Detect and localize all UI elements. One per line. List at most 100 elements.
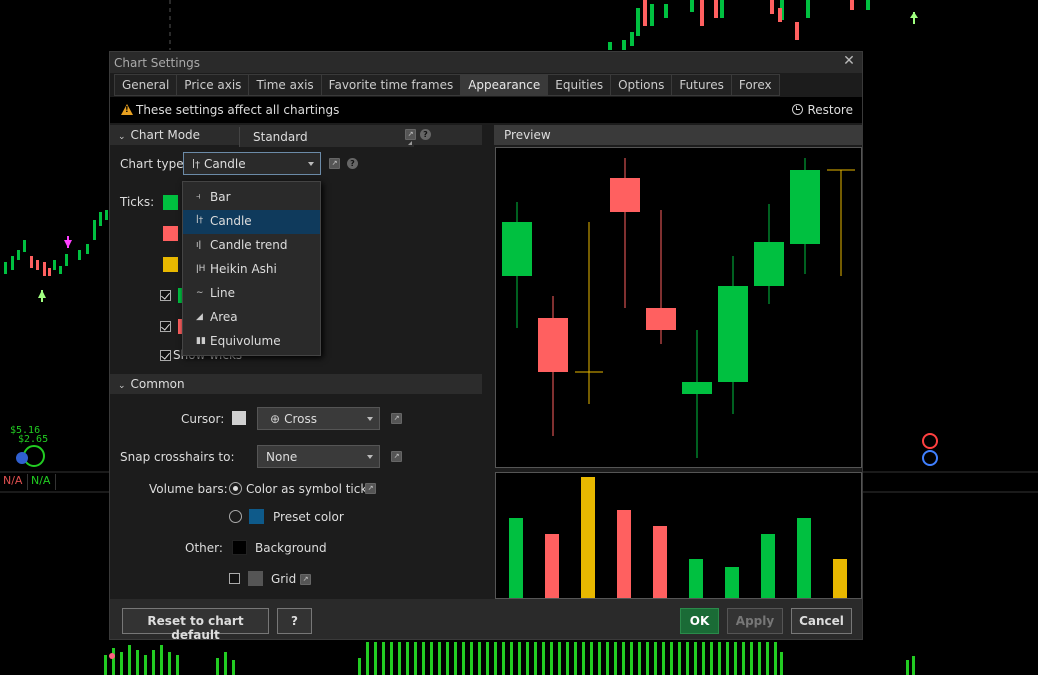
dropdown-option-equivolume[interactable]: ▮▮ Equivolume <box>183 330 320 354</box>
dropdown-option-area[interactable]: ◢ Area <box>183 306 320 330</box>
equivolume-icon: ▮▮ <box>196 336 206 346</box>
price-label-2: $2.65 <box>18 434 49 445</box>
popout-icon[interactable]: ↗ <box>300 574 311 585</box>
dropdown-option-bar[interactable]: ⫞ Bar <box>183 186 320 210</box>
tab-bar: General Price axis Time axis Favorite ti… <box>114 74 780 96</box>
volume-preset-color-swatch[interactable] <box>249 509 264 524</box>
tick-up-color-swatch[interactable] <box>163 195 178 210</box>
candle-icon: ꟾ† <box>192 160 200 171</box>
show-wicks-checkbox[interactable] <box>160 350 171 361</box>
option-label: Candle <box>210 214 252 228</box>
ticks-label: Ticks: <box>120 195 155 209</box>
candle <box>646 308 676 330</box>
candle <box>754 242 784 286</box>
cursor-select[interactable]: ⊕ Cross <box>257 407 380 430</box>
volume-bar <box>797 518 811 598</box>
dialog-title: Chart Settings <box>110 52 862 73</box>
cursor-color-swatch[interactable] <box>232 411 246 425</box>
info-text: These settings affect all chartings <box>136 103 340 117</box>
chevron-down-icon <box>308 162 314 166</box>
tab-forex[interactable]: Forex <box>731 74 780 96</box>
option-label: Line <box>210 286 236 300</box>
apply-button[interactable]: Apply <box>727 608 783 634</box>
popout-icon[interactable]: ↗ <box>329 158 340 169</box>
chevron-down-icon <box>367 417 373 421</box>
dropdown-option-heikin-ashi[interactable]: ǀH Heikin Ashi <box>183 258 320 282</box>
tick-option-checkbox-2[interactable] <box>160 321 171 332</box>
ok-button[interactable]: OK <box>680 608 719 634</box>
dropdown-option-line[interactable]: ∼ Line <box>183 282 320 306</box>
popout-icon[interactable]: ↗ <box>365 483 376 494</box>
tab-favorite-time-frames[interactable]: Favorite time frames <box>321 74 462 96</box>
option-label: Candle trend <box>210 238 288 252</box>
popout-icon[interactable]: ↗ <box>405 129 416 140</box>
tab-options[interactable]: Options <box>611 74 673 96</box>
tab-time-axis[interactable]: Time axis <box>249 74 322 96</box>
volume-bar <box>833 559 847 598</box>
dialog-footer: Reset to chart default ? OK Apply Cancel <box>110 599 862 642</box>
volume-bar <box>689 559 703 598</box>
snap-crosshairs-select[interactable]: None <box>257 445 380 468</box>
crosshair-icon: ⊕ <box>270 412 281 426</box>
volume-color-symbol-label: Color as symbol ticks <box>246 482 374 496</box>
chevron-down-icon: ⌄ <box>118 381 126 391</box>
candle <box>682 382 712 394</box>
chart-mode-header-label: Chart Mode <box>130 128 201 142</box>
volume-color-symbol-radio[interactable] <box>229 482 242 495</box>
chart-type-select[interactable]: ꟾ† Candle <box>183 152 321 175</box>
help-icon[interactable]: ? <box>347 158 358 169</box>
volume-preset-color-label: Preset color <box>273 510 344 524</box>
close-icon[interactable]: ✕ <box>842 54 856 68</box>
preview-candles-panel <box>495 147 862 468</box>
tab-appearance[interactable]: Appearance <box>461 74 549 96</box>
candle <box>502 222 532 276</box>
chart-type-value: Candle <box>203 157 246 171</box>
candle-icon: ꟾ† <box>196 216 204 226</box>
help-button[interactable]: ? <box>277 608 312 634</box>
restore-button[interactable]: Restore <box>792 103 853 117</box>
candle <box>718 286 748 382</box>
dropdown-option-candle-trend[interactable]: ıǀ Candle trend <box>183 234 320 258</box>
tab-futures[interactable]: Futures <box>672 74 732 96</box>
help-icon[interactable]: ? <box>420 129 431 140</box>
na-cell-1: N/A <box>0 474 28 490</box>
grid-label: Grid <box>271 572 297 586</box>
popout-icon[interactable]: ↗ <box>391 451 402 462</box>
area-icon: ◢ <box>196 312 203 322</box>
volume-bar <box>581 477 595 598</box>
snap-value: None <box>266 450 298 464</box>
volume-preset-color-radio[interactable] <box>229 510 242 523</box>
chevron-down-icon <box>367 455 373 459</box>
tick-down-color-swatch[interactable] <box>163 226 178 241</box>
volume-bar <box>761 534 775 598</box>
preview-volume <box>509 477 847 598</box>
reset-to-default-button[interactable]: Reset to chart default <box>122 608 269 642</box>
info-bar: These settings affect all chartings Rest… <box>110 97 862 123</box>
cancel-button[interactable]: Cancel <box>791 608 852 634</box>
candle <box>610 178 640 212</box>
background-color-swatch[interactable] <box>232 540 247 555</box>
chart-type-label: Chart type: <box>120 157 188 171</box>
option-label: Area <box>210 310 238 324</box>
grid-checkbox[interactable] <box>229 573 240 584</box>
volume-bar <box>509 518 523 598</box>
bar-icon: ⫞ <box>196 192 201 202</box>
restore-icon <box>792 104 804 115</box>
option-label: Equivolume <box>210 334 281 348</box>
tab-general[interactable]: General <box>114 74 178 96</box>
cursor-value: Cross <box>284 412 317 426</box>
chart-mode-select[interactable]: Standard <box>239 127 414 147</box>
dropdown-option-candle[interactable]: ꟾ† Candle <box>183 210 320 234</box>
tick-option-checkbox-1[interactable] <box>160 290 171 301</box>
na-cell-2: N/A <box>28 474 56 490</box>
tab-price-axis[interactable]: Price axis <box>177 74 250 96</box>
candle <box>538 318 568 372</box>
tick-neutral-color-swatch[interactable] <box>163 257 178 272</box>
popout-icon[interactable]: ↗ <box>391 413 402 424</box>
grid-color-swatch[interactable] <box>248 571 263 586</box>
common-header[interactable]: ⌄ Common <box>110 374 482 394</box>
chevron-down-icon: ⌄ <box>118 132 126 142</box>
preview-volume-panel <box>495 472 862 599</box>
line-icon: ∼ <box>196 288 204 298</box>
tab-equities[interactable]: Equities <box>548 74 612 96</box>
